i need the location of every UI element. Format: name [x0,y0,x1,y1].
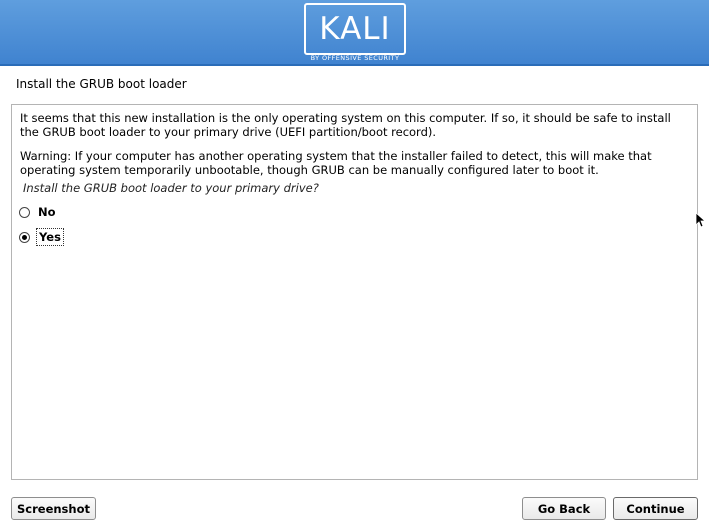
header-banner: KALI BY OFFENSIVE SECURITY [0,0,709,66]
warning-paragraph: Warning: If your computer has another op… [20,149,652,177]
radio-unchecked-icon[interactable] [19,206,30,218]
option-no[interactable]: No [19,203,58,221]
page-title: Install the GRUB boot loader [16,77,187,91]
logo-tagline: BY OFFENSIVE SECURITY [310,54,400,62]
logo-text: KALI [319,11,391,47]
option-yes-label[interactable]: Yes [36,228,64,246]
info-paragraph: It seems that this new installation is t… [20,111,671,139]
screenshot-button[interactable]: Screenshot [11,497,96,520]
question-label: Install the GRUB boot loader to your pri… [23,181,319,195]
content-panel: It seems that this new installation is t… [11,104,698,480]
option-no-label[interactable]: No [36,204,58,220]
kali-logo: KALI BY OFFENSIVE SECURITY [304,3,406,63]
radio-checked-icon[interactable] [19,231,30,243]
continue-button[interactable]: Continue [613,497,698,520]
mouse-pointer-icon [695,212,705,228]
go-back-button[interactable]: Go Back [522,497,606,520]
option-yes[interactable]: Yes [19,228,64,246]
banner-divider [0,64,709,66]
